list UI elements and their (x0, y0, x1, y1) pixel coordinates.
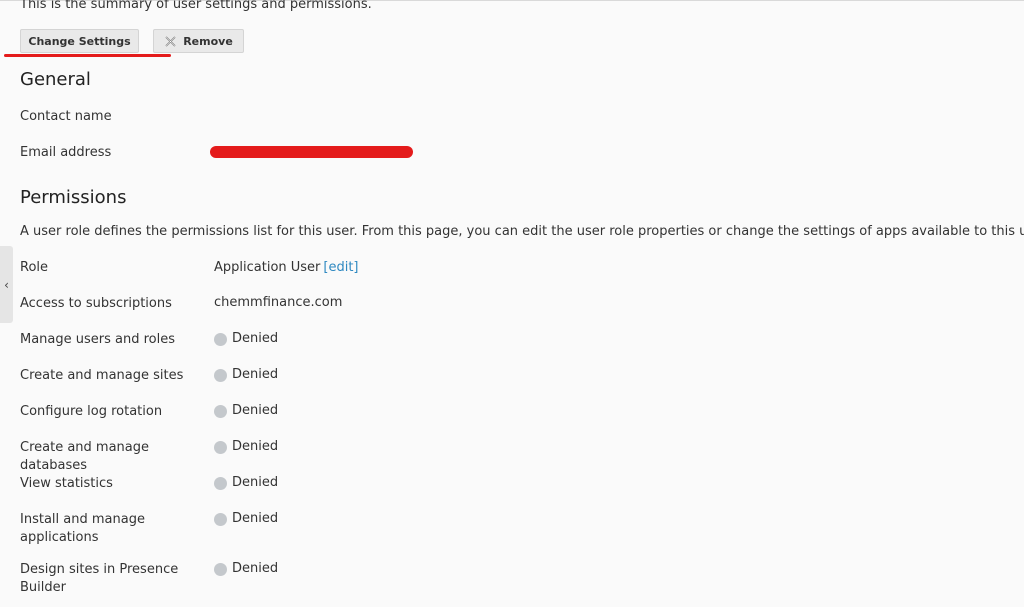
email-redaction-mark (210, 146, 413, 158)
status-dot-icon (214, 440, 227, 454)
permission-label: Install and manage applications (20, 512, 145, 545)
role-value: Application User [edit] (214, 259, 359, 277)
permission-status: Denied (214, 438, 278, 456)
role-edit-link[interactable]: [edit] (323, 260, 358, 275)
status-text: Denied (232, 403, 279, 418)
collapse-sidebar-tab[interactable]: ‹ (0, 246, 13, 323)
status-text: Denied (232, 561, 279, 576)
status-dot-icon (214, 404, 227, 418)
status-dot-icon (214, 512, 227, 526)
permission-status: Denied (214, 330, 278, 348)
role-label: Role (20, 260, 49, 275)
change-settings-button[interactable]: Change Settings (20, 29, 139, 53)
contact-name-label: Contact name (20, 109, 112, 124)
permission-label: Configure log rotation (20, 404, 163, 419)
status-dot-icon (214, 562, 227, 576)
permission-status: Denied (214, 366, 278, 384)
permission-status: Denied (214, 474, 278, 492)
subscriptions-value: chemmfinance.com (214, 295, 343, 310)
remove-x-icon (165, 35, 176, 47)
status-text: Denied (232, 475, 279, 490)
red-annotation-underline (4, 54, 171, 57)
remove-button-label: Remove (183, 34, 233, 48)
general-heading: General (20, 69, 91, 90)
permission-label: View statistics (20, 476, 113, 491)
remove-button[interactable]: Remove (153, 29, 244, 53)
status-text: Denied (232, 511, 279, 526)
permission-label: Create and manage sites (20, 368, 184, 383)
permission-status: Denied (214, 510, 278, 528)
permissions-description: A user role defines the permissions list… (20, 224, 1024, 239)
role-name: Application User (214, 260, 321, 275)
status-text: Denied (232, 439, 279, 454)
permission-label: Manage users and roles (20, 332, 176, 347)
status-text: Denied (232, 331, 279, 346)
permission-label: Design sites in Presence Builder (20, 562, 179, 595)
permission-status: Denied (214, 560, 278, 578)
email-address-label: Email address (20, 145, 112, 160)
status-dot-icon (214, 332, 227, 346)
chevron-left-icon: ‹ (4, 277, 9, 292)
status-text: Denied (232, 367, 279, 382)
permission-label: Create and manage databases (20, 440, 150, 473)
intro-text: This is the summary of user settings and… (20, 0, 372, 12)
permission-status: Denied (214, 402, 278, 420)
status-dot-icon (214, 368, 227, 382)
subscriptions-label: Access to subscriptions (20, 296, 172, 311)
status-dot-icon (214, 476, 227, 490)
permissions-heading: Permissions (20, 187, 127, 208)
